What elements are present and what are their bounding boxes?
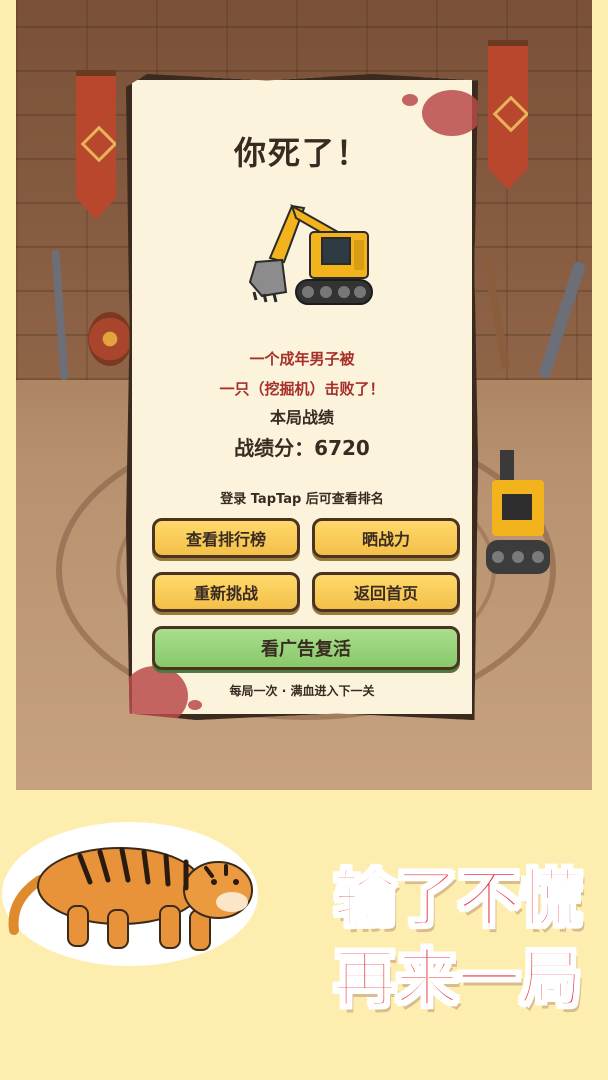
leaderboard-button[interactable]: 查看排行榜 (152, 518, 300, 558)
retry-button[interactable]: 重新挑战 (152, 572, 300, 612)
score-value: 6720 (314, 436, 370, 460)
banner-left (76, 70, 116, 220)
login-hint: 登录 TapTap 后可查看排名 (220, 492, 384, 507)
background-excavator-icon (486, 450, 550, 574)
excavator-icon (248, 203, 373, 305)
blood-drop (402, 94, 418, 106)
blood-drop (188, 700, 202, 710)
record-heading: 本局战绩 (269, 408, 334, 427)
home-button[interactable]: 返回首页 (312, 572, 460, 612)
watch-ad-revive-button[interactable]: 看广告复活 (152, 626, 460, 670)
revive-note: 每局一次 · 满血进入下一关 (229, 684, 375, 698)
dialog-title: 你死了！ (233, 134, 370, 172)
death-dialog: 你死了！ 一个成年男子被 一只（挖掘机）击败了！ 本局战绩 战绩分：6720 登… (126, 74, 478, 720)
slogan-line2: 再来一局 (333, 942, 583, 1015)
death-message-line2: 一只（挖掘机）击败了！ (219, 380, 385, 398)
share-power-button[interactable]: 晒战力 (312, 518, 460, 558)
score-label: 战绩分： (234, 436, 315, 460)
tiger-icon (2, 822, 258, 966)
death-message-line1: 一个成年男子被 (249, 350, 355, 368)
slogan-line1: 输了不慌 (333, 862, 583, 935)
banner-right (488, 40, 528, 190)
shield-icon (88, 312, 132, 366)
score-row: 战绩分：6720 (132, 432, 472, 461)
